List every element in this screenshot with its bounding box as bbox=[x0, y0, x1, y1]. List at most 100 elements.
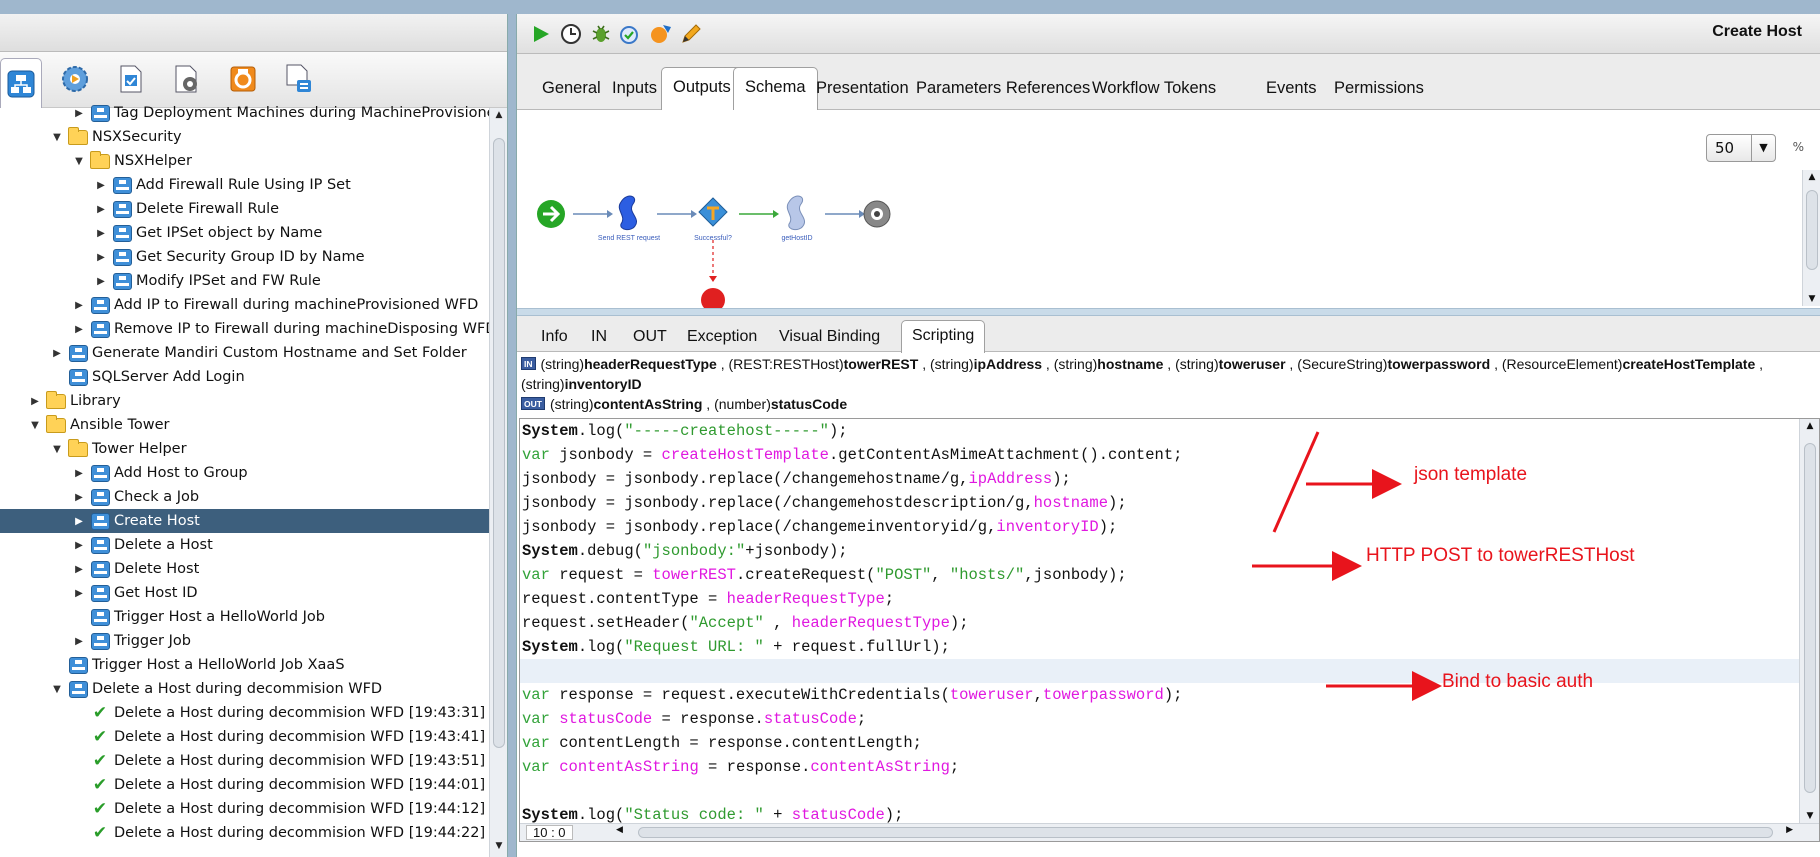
tree-workflow[interactable]: ▶ Get IPSet object by Name bbox=[0, 221, 490, 245]
code-line[interactable] bbox=[520, 659, 1799, 683]
code-line[interactable]: System.log("-----createhost-----"); bbox=[520, 419, 1799, 443]
tab-visual-binding[interactable]: Visual Binding bbox=[769, 322, 890, 352]
code-line[interactable]: var jsonbody = createHostTemplate.getCon… bbox=[520, 443, 1799, 467]
scrollbar-thumb[interactable] bbox=[493, 138, 505, 748]
code-line[interactable] bbox=[520, 779, 1799, 803]
code-line[interactable]: System.log("Status code: " + statusCode)… bbox=[520, 803, 1799, 823]
tree-workflow[interactable]: ▶ Trigger Job bbox=[0, 629, 490, 653]
code-line[interactable]: request.contentType = headerRequestType; bbox=[520, 587, 1799, 611]
code-line[interactable]: jsonbody = jsonbody.replace(/changemehos… bbox=[520, 491, 1799, 515]
tab-outputs[interactable]: Outputs bbox=[661, 67, 743, 111]
scroll-down-icon[interactable]: ▼ bbox=[1803, 811, 1817, 821]
script-editor[interactable]: System.log("-----createhost-----"); var j… bbox=[519, 418, 1820, 842]
collapsed-arrow-icon[interactable]: ▶ bbox=[94, 252, 108, 263]
validate-icon[interactable] bbox=[619, 22, 643, 46]
expanded-arrow-icon[interactable]: ▼ bbox=[50, 132, 64, 143]
schema-canvas[interactable]: Send REST request Successful? getHostID bbox=[517, 110, 1820, 308]
tree-folder[interactable]: ▼ Ansible Tower bbox=[0, 413, 490, 437]
scroll-right-icon[interactable]: ▶ bbox=[1786, 825, 1793, 835]
scroll-up-icon[interactable]: ▲ bbox=[1805, 172, 1819, 182]
collapsed-arrow-icon[interactable]: ▶ bbox=[72, 516, 86, 527]
tab-presentation[interactable]: Presentation bbox=[805, 69, 920, 107]
collapsed-arrow-icon[interactable]: ▶ bbox=[28, 396, 42, 407]
code-line[interactable]: var contentAsString = response.contentAs… bbox=[520, 755, 1799, 779]
editor-horizontal-scrollbar[interactable]: 10 : 0 ◀ ▶ bbox=[520, 823, 1819, 841]
scrollbar-thumb[interactable] bbox=[638, 827, 1773, 838]
packages-tab-button[interactable] bbox=[222, 58, 264, 100]
tree-workflow[interactable]: ▶ Tag Deployment Machines during MachineP… bbox=[0, 101, 490, 125]
tab-events[interactable]: Events bbox=[1255, 69, 1327, 107]
scroll-up-icon[interactable]: ▲ bbox=[1803, 421, 1817, 431]
tree-run[interactable]: ✔ Delete a Host during decommision WFD [1… bbox=[0, 821, 490, 845]
expanded-arrow-icon[interactable]: ▼ bbox=[50, 684, 64, 695]
tree-folder[interactable]: ▶ Library bbox=[0, 389, 490, 413]
error-end-node-icon[interactable] bbox=[701, 288, 725, 308]
collapsed-arrow-icon[interactable]: ▶ bbox=[72, 108, 86, 119]
scroll-down-icon[interactable]: ▼ bbox=[492, 841, 506, 855]
tab-scripting[interactable]: Scripting bbox=[901, 320, 986, 353]
panel-splitter[interactable] bbox=[517, 308, 1820, 316]
tree-workflow[interactable]: ▶ Check a Job bbox=[0, 485, 490, 509]
code-line[interactable]: var response = request.executeWithCreden… bbox=[520, 683, 1799, 707]
tree-vertical-scrollbar[interactable]: ▲ ▼ bbox=[489, 108, 507, 857]
collapsed-arrow-icon[interactable]: ▶ bbox=[72, 636, 86, 647]
tree-workflow[interactable]: ▶ Add Firewall Rule Using IP Set bbox=[0, 173, 490, 197]
collapsed-arrow-icon[interactable]: ▶ bbox=[50, 348, 64, 359]
code-line[interactable]: var statusCode = response.statusCode; bbox=[520, 707, 1799, 731]
tree-run[interactable]: ✔ Delete a Host during decommision WFD [1… bbox=[0, 845, 490, 850]
code-line[interactable]: var contentLength = response.contentLeng… bbox=[520, 731, 1799, 755]
scrollbar-thumb[interactable] bbox=[1804, 443, 1816, 793]
expanded-arrow-icon[interactable]: ▼ bbox=[50, 444, 64, 455]
collapsed-arrow-icon[interactable]: ▶ bbox=[94, 180, 108, 191]
code-line[interactable]: request.setHeader("Accept" , headerReque… bbox=[520, 611, 1799, 635]
tree-workflow[interactable]: Trigger Host a HelloWorld Job bbox=[0, 605, 490, 629]
code-line[interactable]: jsonbody = jsonbody.replace(/changemeinv… bbox=[520, 515, 1799, 539]
tree-workflow[interactable]: ▶ Delete Firewall Rule bbox=[0, 197, 490, 221]
code-line[interactable]: System.log("Request URL: " + request.ful… bbox=[520, 635, 1799, 659]
tree-workflow[interactable]: ▶ Get Security Group ID by Name bbox=[0, 245, 490, 269]
tree-run[interactable]: ✔ Delete a Host during decommision WFD [1… bbox=[0, 797, 490, 821]
collapsed-arrow-icon[interactable]: ▶ bbox=[72, 324, 86, 335]
scroll-left-icon[interactable]: ◀ bbox=[616, 825, 623, 835]
collapsed-arrow-icon[interactable]: ▶ bbox=[72, 300, 86, 311]
collapsed-arrow-icon[interactable]: ▶ bbox=[72, 540, 86, 551]
tree-folder[interactable]: ▼ Tower Helper bbox=[0, 437, 490, 461]
tab-workflow-tokens[interactable]: Workflow Tokens bbox=[1081, 69, 1227, 107]
tab-info[interactable]: Info bbox=[531, 322, 578, 352]
code-area[interactable]: System.log("-----createhost-----"); var j… bbox=[520, 419, 1799, 823]
decision-node-icon[interactable] bbox=[698, 197, 728, 227]
start-node-icon[interactable] bbox=[537, 200, 565, 228]
schedule-icon[interactable] bbox=[559, 22, 583, 46]
run-icon[interactable] bbox=[529, 22, 553, 46]
tab-parameters-references[interactable]: Parameters References bbox=[905, 69, 1101, 107]
scroll-up-icon[interactable]: ▲ bbox=[492, 110, 506, 124]
tab-general[interactable]: General bbox=[531, 69, 612, 107]
collapsed-arrow-icon[interactable]: ▶ bbox=[94, 228, 108, 239]
collapsed-arrow-icon[interactable]: ▶ bbox=[72, 492, 86, 503]
resources-tab-button[interactable] bbox=[110, 58, 152, 100]
reload-icon[interactable] bbox=[649, 22, 673, 46]
actions-tab-button[interactable] bbox=[54, 58, 96, 100]
tab-permissions[interactable]: Permissions bbox=[1323, 69, 1435, 107]
tree-workflow[interactable]: ▶ Modify IPSet and FW Rule bbox=[0, 269, 490, 293]
end-node-icon[interactable] bbox=[863, 200, 891, 228]
tree-workflow[interactable]: Trigger Host a HelloWorld Job XaaS bbox=[0, 653, 490, 677]
tab-in[interactable]: IN bbox=[581, 322, 617, 352]
collapsed-arrow-icon[interactable]: ▶ bbox=[72, 468, 86, 479]
collapsed-arrow-icon[interactable]: ▶ bbox=[72, 564, 86, 575]
tree-workflow[interactable]: ▶ Delete a Host bbox=[0, 533, 490, 557]
edit-icon[interactable] bbox=[679, 22, 703, 46]
scriptable-task-icon[interactable] bbox=[618, 195, 637, 231]
tree-run[interactable]: ✔ Delete a Host during decommision WFD [1… bbox=[0, 701, 490, 725]
tree-run[interactable]: ✔ Delete a Host during decommision WFD [1… bbox=[0, 725, 490, 749]
tab-exception[interactable]: Exception bbox=[677, 322, 767, 352]
policy-templates-tab-button[interactable] bbox=[278, 58, 320, 100]
tree-workflow[interactable]: ▶ Generate Mandiri Custom Hostname and Se… bbox=[0, 341, 490, 365]
tree-run[interactable]: ✔ Delete a Host during decommision WFD [1… bbox=[0, 749, 490, 773]
tree-workflow[interactable]: ▼ Delete a Host during decommision WFD bbox=[0, 677, 490, 701]
tree-workflow[interactable]: ▶ Delete Host bbox=[0, 557, 490, 581]
editor-vertical-scrollbar[interactable]: ▲ ▼ bbox=[1799, 419, 1819, 823]
expanded-arrow-icon[interactable]: ▼ bbox=[28, 420, 42, 431]
scroll-down-icon[interactable]: ▼ bbox=[1805, 294, 1819, 304]
tab-out[interactable]: OUT bbox=[623, 322, 677, 352]
